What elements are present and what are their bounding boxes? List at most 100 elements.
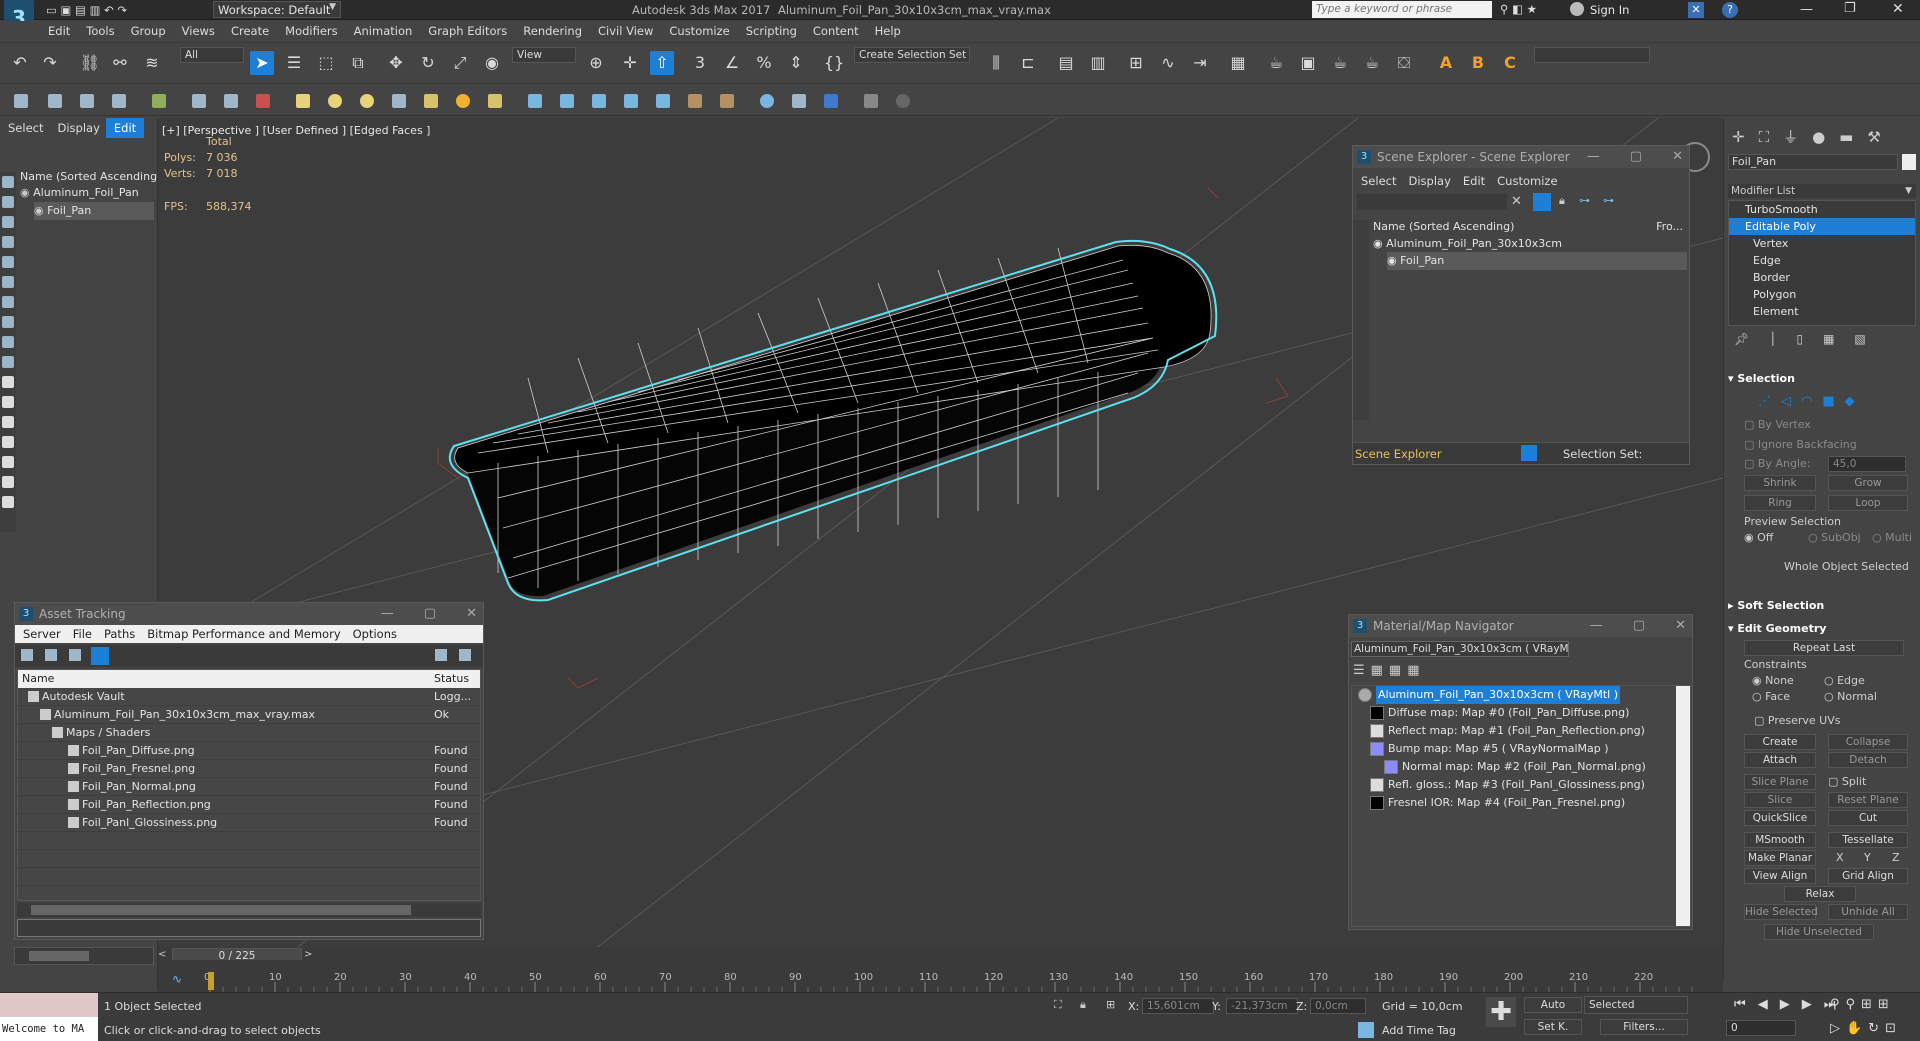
- menu-edit[interactable]: Edit: [1463, 172, 1485, 190]
- maximize-button[interactable]: ▢: [1630, 146, 1642, 168]
- edit-named-selection-icon[interactable]: {}: [822, 51, 846, 75]
- constraint-edge-radio[interactable]: ○ Edge: [1824, 674, 1865, 687]
- menu-item[interactable]: Views: [182, 21, 215, 41]
- menu-bitmap[interactable]: Bitmap Performance and Memory: [147, 625, 340, 643]
- toolbar-icon[interactable]: [792, 94, 806, 108]
- scrollbar-thumb[interactable]: [31, 905, 411, 915]
- filter-icon[interactable]: [2, 216, 14, 228]
- toolbar-icon[interactable]: [424, 94, 438, 108]
- set-key-icon[interactable]: ✚: [1486, 997, 1516, 1027]
- table-view-icon[interactable]: [91, 647, 109, 665]
- key-filter-dropdown[interactable]: Selected: [1584, 996, 1688, 1014]
- add-time-tag[interactable]: Add Time Tag: [1382, 1024, 1456, 1037]
- workspace-dropdown[interactable]: Workspace: Default ▼: [213, 1, 341, 18]
- tree-item-aluminum-foil-pan-30x10x3cm[interactable]: ◉ Aluminum_Foil_Pan_30x10x3cm: [1373, 235, 1687, 253]
- time-marker[interactable]: [208, 972, 214, 990]
- table-row[interactable]: Foil_Pan_Fresnel.png Found: [18, 760, 480, 778]
- filter-icon[interactable]: [2, 276, 14, 288]
- material-row[interactable]: Reflect map: Map #1 (Foil_Pan_Reflection…: [1352, 722, 1690, 740]
- toolbar-icon[interactable]: [392, 94, 406, 108]
- eye-icon[interactable]: ◉: [1387, 254, 1397, 267]
- z-coordinate[interactable]: 0,0cm: [1310, 998, 1366, 1014]
- menu-item[interactable]: Rendering: [523, 21, 582, 41]
- repeat-last-button[interactable]: Repeat Last: [1744, 640, 1904, 656]
- render-in-cloud-icon[interactable]: ⛋: [1392, 51, 1416, 75]
- table-row[interactable]: Foil_Pan_Diffuse.png Found: [18, 742, 480, 760]
- table-row[interactable]: Foil_Panl_Glossiness.png Found: [18, 814, 480, 832]
- grid-align-button[interactable]: Grid Align: [1828, 868, 1908, 884]
- menu-display[interactable]: Display: [1408, 172, 1450, 190]
- view-icon[interactable]: [21, 649, 33, 661]
- snaps-toggle-icon[interactable]: 3: [688, 51, 712, 75]
- eye-icon[interactable]: ◉: [34, 204, 44, 217]
- toolbar-icon[interactable]: [528, 94, 542, 108]
- shrink-button[interactable]: Shrink: [1744, 475, 1816, 491]
- lock-icon[interactable]: 🔒︎: [1559, 194, 1565, 208]
- slice-plane-button[interactable]: Slice Plane: [1744, 774, 1816, 790]
- stack-item[interactable]: Border: [1729, 269, 1915, 286]
- ignore-backfacing-checkbox[interactable]: ▢ Ignore Backfacing: [1744, 438, 1857, 451]
- toolbar-icon[interactable]: [760, 94, 774, 108]
- clear-search-icon[interactable]: ✕: [1511, 194, 1522, 209]
- menu-item[interactable]: Civil View: [598, 21, 653, 41]
- layers-icon[interactable]: [1521, 445, 1537, 461]
- scene-explorer-header[interactable]: Name (Sorted Ascending) Fro...: [1373, 218, 1687, 236]
- loop-button[interactable]: Loop: [1828, 495, 1908, 511]
- col-status[interactable]: Status: [434, 670, 469, 688]
- menu-item[interactable]: Edit: [48, 21, 70, 41]
- by-angle-checkbox[interactable]: ▢ By Angle:: [1744, 457, 1810, 470]
- reset-plane-button[interactable]: Reset Plane: [1828, 792, 1908, 808]
- stack-item[interactable]: Element: [1729, 303, 1915, 320]
- undo-icon[interactable]: ↶: [8, 51, 32, 75]
- filter-icon[interactable]: [2, 496, 14, 508]
- filter-icon[interactable]: [2, 476, 14, 488]
- menu-paths[interactable]: Paths: [104, 625, 135, 643]
- tessellate-button[interactable]: Tessellate: [1828, 832, 1908, 848]
- lock-selection-icon[interactable]: 🔒︎: [1080, 998, 1086, 1012]
- toolbar-icon[interactable]: [720, 94, 734, 108]
- msmooth-button[interactable]: MSmooth: [1744, 832, 1816, 848]
- viewport-navigation-controls[interactable]: ⚲⚲⊞⊞: [1830, 997, 1895, 1012]
- filter-icon[interactable]: [2, 376, 14, 388]
- help-icon[interactable]: ?: [1722, 2, 1738, 18]
- make-planar-button[interactable]: Make Planar: [1744, 850, 1816, 866]
- toolbar-icon[interactable]: [256, 94, 270, 108]
- menu-file[interactable]: File: [73, 625, 92, 643]
- select-object-icon[interactable]: ➤: [250, 51, 274, 75]
- help-icon[interactable]: [896, 94, 910, 108]
- rollout-soft-selection[interactable]: ▸ Soft Selection: [1728, 599, 1824, 612]
- table-row[interactable]: Autodesk Vault Logg...: [18, 688, 480, 706]
- subobject-level-icons[interactable]: ⋰◁◠■◆: [1758, 394, 1865, 409]
- toolbar-icon[interactable]: [560, 94, 574, 108]
- toolbar-icon[interactable]: [624, 94, 638, 108]
- col-name[interactable]: Name: [22, 670, 54, 688]
- preview-off-radio[interactable]: ◉ Off: [1744, 531, 1773, 544]
- unlink-icon[interactable]: ⚯: [108, 51, 132, 75]
- current-frame-field[interactable]: 0: [1726, 1020, 1796, 1036]
- restore-button[interactable]: ❐: [1844, 1, 1856, 16]
- view-icon[interactable]: [45, 649, 57, 661]
- close-window-button[interactable]: ✕: [1892, 1, 1904, 17]
- toolbar-icon[interactable]: [48, 94, 62, 108]
- maximize-button[interactable]: ▢: [424, 603, 436, 625]
- sign-in-link[interactable]: Sign In: [1590, 3, 1629, 17]
- close-button[interactable]: ✕: [466, 603, 477, 625]
- close-button[interactable]: ✕: [1675, 615, 1686, 637]
- schematic-view-icon[interactable]: ⇥: [1188, 51, 1212, 75]
- help-icon[interactable]: [435, 649, 447, 661]
- toolbar-icon[interactable]: [864, 94, 878, 108]
- maxscript-listener-top[interactable]: [0, 993, 98, 1017]
- ribbon-toggle-icon[interactable]: ⊞: [1124, 51, 1148, 75]
- rectangular-selection-icon[interactable]: ⬚: [314, 51, 338, 75]
- filter-icon[interactable]: [2, 336, 14, 348]
- minimize-button[interactable]: —: [1590, 615, 1603, 637]
- minimize-button[interactable]: —: [1587, 146, 1600, 168]
- constraint-none-radio[interactable]: ◉ None: [1752, 674, 1794, 687]
- isolate-icon[interactable]: ⛶: [1054, 998, 1062, 1012]
- menu-item[interactable]: Customize: [669, 21, 729, 41]
- cut-button[interactable]: Cut: [1828, 810, 1908, 826]
- close-button[interactable]: ✕: [1672, 146, 1683, 168]
- planar-y-button[interactable]: Y: [1864, 851, 1871, 864]
- stack-item[interactable]: TurboSmooth: [1729, 201, 1915, 218]
- menu-select[interactable]: Select: [1361, 172, 1396, 190]
